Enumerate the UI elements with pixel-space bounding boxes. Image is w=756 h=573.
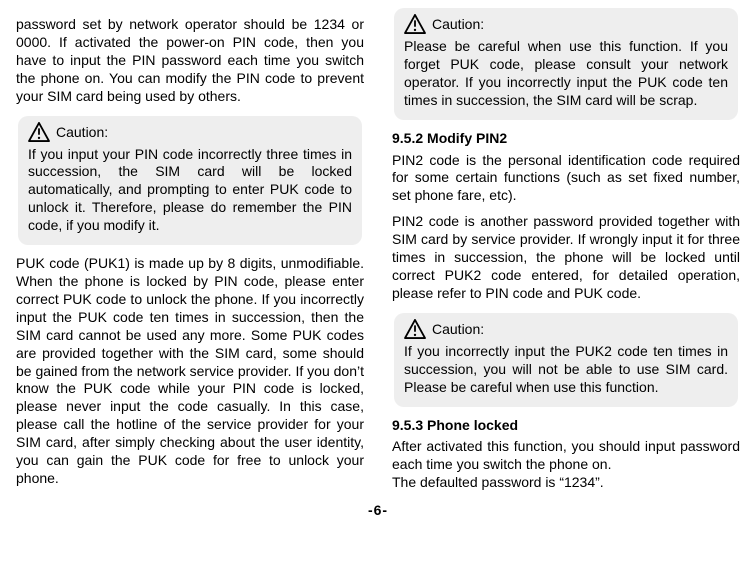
- right-column: Caution: Please be careful when use this…: [392, 8, 740, 496]
- caution-label-1: Caution:: [56, 124, 108, 142]
- pin2-para-1: PIN2 code is the personal identification…: [392, 152, 740, 206]
- left-column: password set by network operator should …: [16, 8, 364, 496]
- caution-label-3: Caution:: [432, 321, 484, 339]
- intro-para: password set by network operator should …: [16, 16, 364, 106]
- warning-icon: [404, 14, 426, 34]
- caution-head-2: Caution:: [404, 14, 728, 34]
- puk-para: PUK code (PUK1) is made up by 8 digits, …: [16, 255, 364, 488]
- warning-icon: [28, 122, 50, 142]
- caution-body-1: If you input your PIN code incorrectly t…: [28, 146, 352, 236]
- caution-body-2: Please be careful when use this function…: [404, 38, 728, 110]
- phone-para-1: After activated this function, you shoul…: [392, 438, 740, 474]
- caution-head-3: Caution:: [404, 319, 728, 339]
- caution-label-2: Caution:: [432, 16, 484, 34]
- warning-icon: [404, 319, 426, 339]
- phone-para-2: The defaulted password is “1234”.: [392, 474, 740, 492]
- caution-box-2: Caution: Please be careful when use this…: [394, 8, 738, 120]
- caution-box-3: Caution: If you incorrectly input the PU…: [394, 313, 738, 407]
- caution-body-3: If you incorrectly input the PUK2 code t…: [404, 343, 728, 397]
- page: password set by network operator should …: [0, 0, 756, 496]
- pin2-para-2: PIN2 code is another password provided t…: [392, 213, 740, 303]
- heading-pin2: 9.5.2 Modify PIN2: [392, 130, 740, 148]
- heading-phone-locked: 9.5.3 Phone locked: [392, 417, 740, 435]
- page-footer: -6-: [0, 496, 756, 518]
- caution-head-1: Caution:: [28, 122, 352, 142]
- page-number: -6-: [368, 502, 388, 518]
- caution-box-1: Caution: If you input your PIN code inco…: [18, 116, 362, 246]
